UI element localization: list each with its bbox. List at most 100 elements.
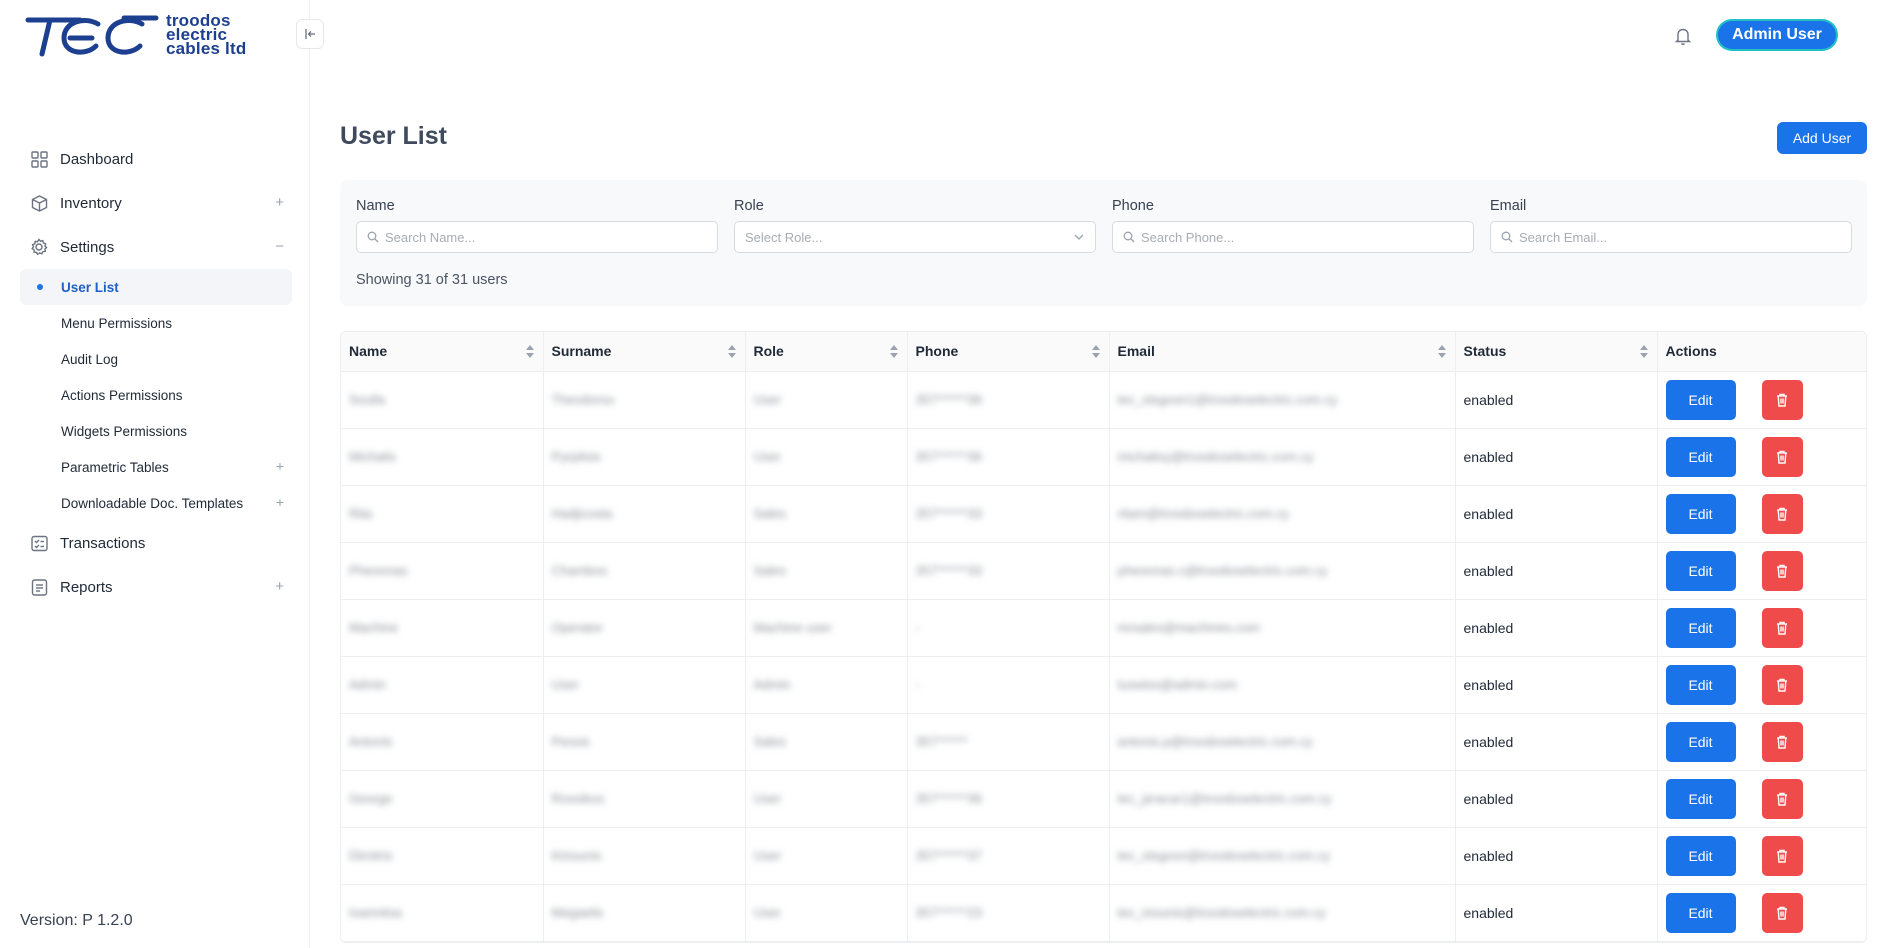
nav-label: Reports (60, 578, 113, 596)
delete-button[interactable] (1761, 892, 1803, 933)
nav-label: Dashboard (60, 150, 134, 168)
delete-button[interactable] (1761, 493, 1803, 534)
table-row: Antonis Pessis Sales 357****** antonis.p@tro… (341, 713, 1866, 771)
expand-icon[interactable]: + (276, 458, 284, 474)
sub-label: Menu Permissions (61, 315, 173, 331)
add-user-button[interactable]: Add User (1777, 122, 1867, 154)
tec-logo-icon (25, 15, 159, 57)
cell-role: User (745, 428, 908, 486)
delete-button[interactable] (1761, 778, 1803, 819)
column-header-status[interactable]: Status (1455, 332, 1658, 372)
delete-button[interactable] (1761, 550, 1803, 591)
sidebar-item-parametric-tables[interactable]: Parametric Tables + (20, 449, 292, 485)
user-menu-button[interactable]: Admin User (1718, 21, 1836, 49)
delete-button[interactable] (1761, 607, 1803, 648)
filter-label: Name (356, 198, 395, 214)
filter-label: Role (734, 198, 764, 214)
chevron-down-icon (1073, 231, 1085, 246)
trash-icon (1776, 564, 1788, 578)
nav-item-inventory[interactable]: Inventory + (20, 181, 292, 225)
cell-name: Admin (341, 656, 544, 714)
edit-button[interactable]: Edit (1665, 436, 1736, 477)
sidebar-item-menu-permissions[interactable]: Menu Permissions (20, 305, 292, 341)
filter-label: Phone (1112, 198, 1154, 214)
column-label: Email (1117, 343, 1155, 360)
delete-button[interactable] (1761, 835, 1803, 876)
column-header-surname[interactable]: Surname (543, 332, 746, 372)
edit-button[interactable]: Edit (1665, 550, 1736, 591)
collapse-icon[interactable]: − (275, 238, 284, 255)
name-search-input[interactable]: Search Name... (356, 221, 718, 253)
edit-button[interactable]: Edit (1665, 379, 1736, 420)
nav-item-reports[interactable]: Reports + (20, 565, 292, 609)
nav-item-transactions[interactable]: Transactions (20, 521, 292, 565)
phone-filter: Phone Search Phone... (1112, 198, 1474, 253)
trash-icon (1776, 792, 1788, 806)
brand-line-3: cables ltd (166, 39, 247, 58)
delete-button[interactable] (1761, 436, 1803, 477)
sidebar: troodos electric cables ltd Dashboard In… (0, 0, 310, 948)
cell-status: enabled (1455, 485, 1658, 543)
edit-button[interactable]: Edit (1665, 835, 1736, 876)
edit-button[interactable]: Edit (1665, 778, 1736, 819)
cell-status: enabled (1455, 656, 1658, 714)
edit-button[interactable]: Edit (1665, 607, 1736, 648)
cell-actions: Edit (1657, 485, 1866, 543)
edit-button[interactable]: Edit (1665, 493, 1736, 534)
expand-icon[interactable]: + (276, 494, 284, 510)
edit-button[interactable]: Edit (1665, 721, 1736, 762)
phone-search-input[interactable]: Search Phone... (1112, 221, 1474, 253)
cell-role: User (745, 884, 908, 942)
cell-status: enabled (1455, 770, 1658, 828)
expand-icon[interactable]: + (275, 578, 284, 595)
cell-name: Pheonnas (341, 542, 544, 600)
cell-actions: Edit (1657, 428, 1866, 486)
cell-phone: 357******36 (907, 770, 1110, 828)
filter-panel: Name Search Name... Role Select Role... … (340, 180, 1867, 306)
sidebar-item-user-list[interactable]: User List (20, 269, 292, 305)
delete-button[interactable] (1761, 379, 1803, 420)
column-label: Role (753, 343, 784, 360)
column-header-email[interactable]: Email (1109, 332, 1456, 372)
cell-name: Soulla (341, 371, 544, 429)
cell-name: Ioannitsa (341, 884, 544, 942)
company-logo[interactable]: troodos electric cables ltd (24, 10, 286, 62)
cell-status: enabled (1455, 827, 1658, 885)
column-header-role[interactable]: Role (745, 332, 908, 372)
sort-icon (889, 345, 898, 358)
sidebar-item-downloadable-doc-templates[interactable]: Downloadable Doc. Templates + (20, 485, 292, 521)
trash-icon (1776, 393, 1788, 407)
nav-item-settings[interactable]: Settings − (20, 225, 292, 269)
sort-icon (727, 345, 736, 358)
notification-bell-icon[interactable] (1674, 26, 1692, 46)
edit-button[interactable]: Edit (1665, 664, 1736, 705)
sidebar-item-widgets-permissions[interactable]: Widgets Permissions (20, 413, 292, 449)
cell-status: enabled (1455, 371, 1658, 429)
cell-email: tec_stsgoon1@troodoselectric.com.cy (1109, 371, 1456, 429)
delete-button[interactable] (1761, 721, 1803, 762)
email-search-input[interactable]: Search Email... (1490, 221, 1852, 253)
cell-phone: 357******33 (907, 485, 1110, 543)
table-row: Rita Hadjicosta Sales 357******33 ritam@troo… (341, 485, 1866, 543)
cell-email: michalisy@troodoselectric.com.cy (1109, 428, 1456, 486)
cell-email: tuswiss@admin.com (1109, 656, 1456, 714)
input-placeholder: Search Email... (1519, 229, 1608, 245)
column-header-name[interactable]: Name (341, 332, 544, 372)
column-header-phone[interactable]: Phone (907, 332, 1110, 372)
nav-item-dashboard[interactable]: Dashboard (20, 137, 292, 181)
column-label: Name (349, 343, 388, 360)
role-select[interactable]: Select Role... (734, 221, 1096, 253)
cell-role: Sales (745, 485, 908, 543)
sidebar-item-actions-permissions[interactable]: Actions Permissions (20, 377, 292, 413)
cell-role: User (745, 770, 908, 828)
cell-name: Dimitris (341, 827, 544, 885)
sub-label: Downloadable Doc. Templates (61, 495, 244, 511)
delete-button[interactable] (1761, 664, 1803, 705)
table-row: Michalis Pyrpitsis User 357******36 michalis… (341, 428, 1866, 486)
cell-email: antonis.p@troodoselectric.com.cy (1109, 713, 1456, 771)
sidebar-collapse-button[interactable] (296, 19, 324, 49)
expand-icon[interactable]: + (275, 194, 284, 211)
sidebar-item-audit-log[interactable]: Audit Log (20, 341, 292, 377)
cell-name: Michalis (341, 428, 544, 486)
edit-button[interactable]: Edit (1665, 892, 1736, 933)
